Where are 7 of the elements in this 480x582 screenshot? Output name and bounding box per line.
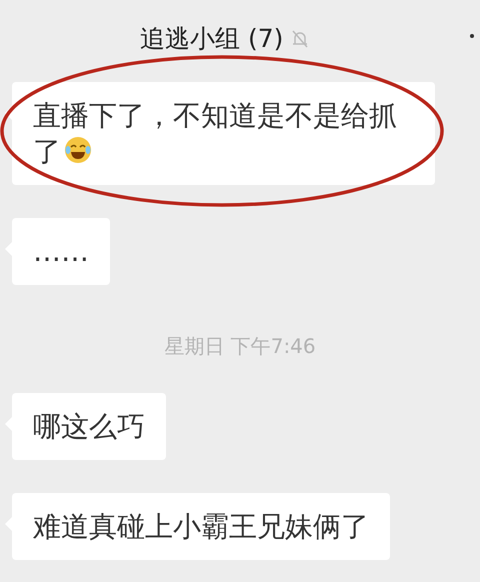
- message-text: 哪这么巧: [33, 410, 145, 442]
- message-text: 直播下了，不知道是不是给抓了: [33, 98, 397, 168]
- message-text: ……: [33, 234, 89, 268]
- chat-title: 追逃小组 (7): [140, 23, 284, 55]
- message-text: 难道真碰上小霸王兄妹俩了: [33, 510, 369, 542]
- dot-icon: [470, 34, 474, 38]
- timestamp: 星期日 下午7:46: [164, 334, 316, 358]
